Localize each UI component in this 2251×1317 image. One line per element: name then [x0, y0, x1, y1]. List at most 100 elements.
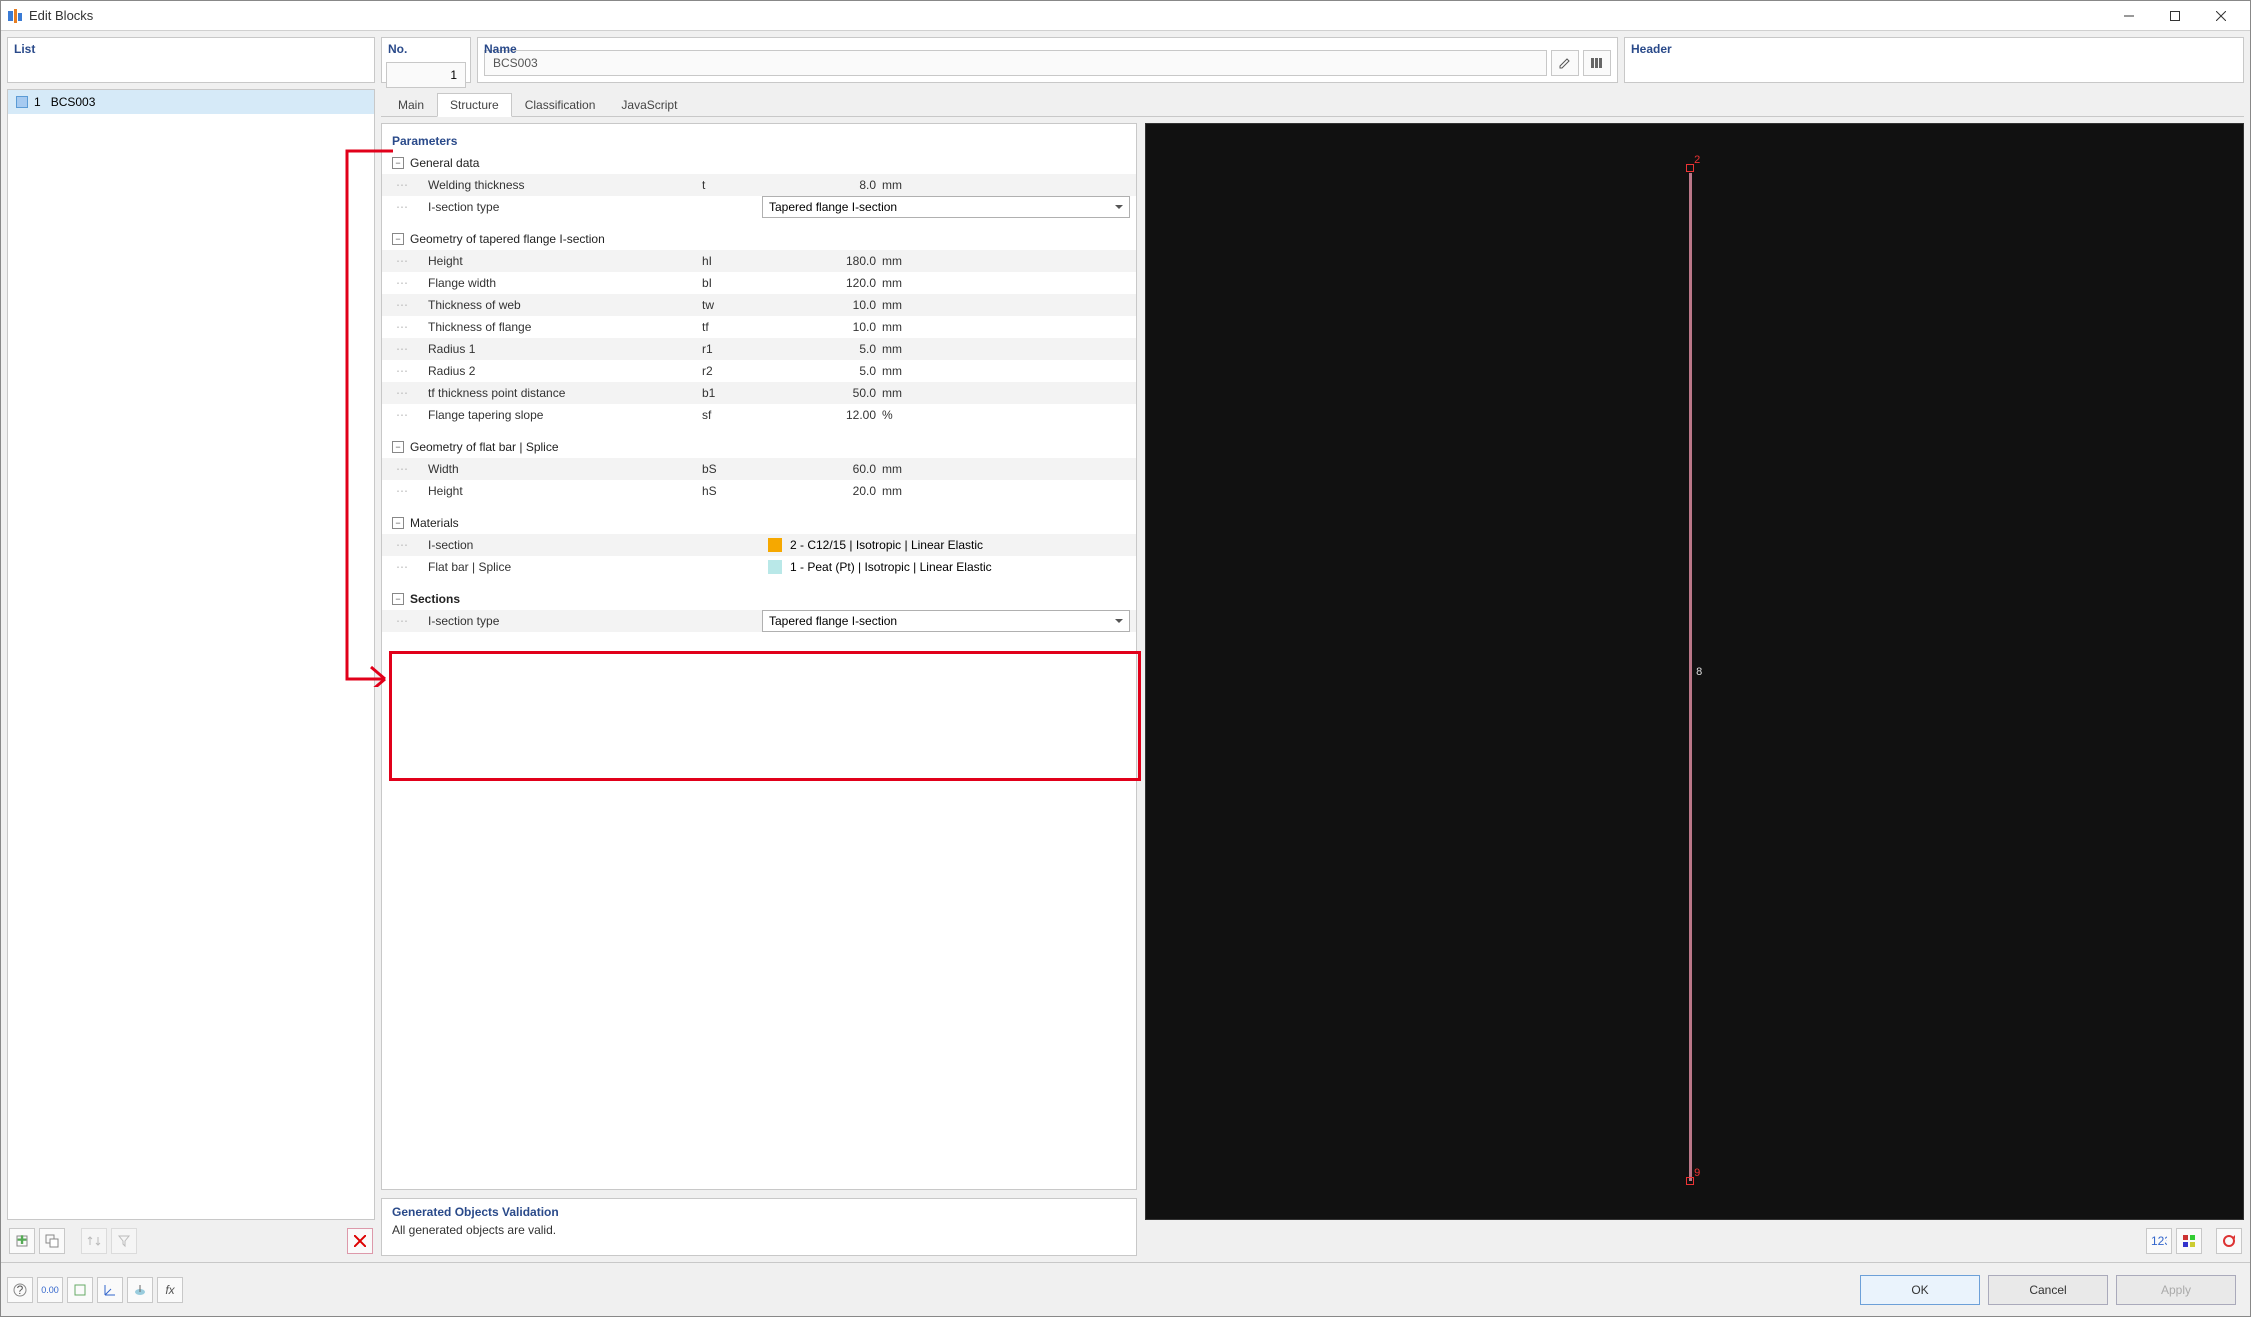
axes-button[interactable]	[97, 1277, 123, 1303]
no-input[interactable]	[386, 62, 466, 88]
list-panel: List	[7, 37, 375, 83]
validation-message: All generated objects are valid.	[392, 1223, 1126, 1237]
group-header[interactable]: −General data	[382, 152, 1136, 174]
tab-main[interactable]: Main	[385, 93, 437, 116]
units-button[interactable]: 0.00	[37, 1277, 63, 1303]
param-value[interactable]: 12.00	[762, 408, 882, 422]
tree-indent: ⋯	[382, 178, 422, 192]
tree-indent: ⋯	[382, 484, 422, 498]
param-unit: %	[882, 408, 942, 422]
param-symbol: r1	[702, 342, 762, 356]
tree-indent: ⋯	[382, 538, 422, 552]
param-label: Flange width	[422, 276, 702, 290]
viewport-toolbar: 123	[1145, 1226, 2244, 1256]
delete-item-button[interactable]	[347, 1228, 373, 1254]
list-title: List	[14, 42, 35, 56]
member-line[interactable]	[1689, 173, 1692, 1180]
grid-button[interactable]	[67, 1277, 93, 1303]
block-color-swatch	[16, 96, 28, 108]
param-row: ⋯Thickness of flangetf10.0mm	[382, 316, 1136, 338]
show-numbers-button[interactable]: 123	[2146, 1228, 2172, 1254]
script-button[interactable]: fx	[157, 1277, 183, 1303]
tab-classification[interactable]: Classification	[512, 93, 609, 116]
material-text: 2 - C12/15 | Isotropic | Linear Elastic	[790, 538, 983, 552]
help-button[interactable]: ?	[7, 1277, 33, 1303]
edit-blocks-window: Edit Blocks List No. Name	[0, 0, 2251, 1317]
param-dropdown[interactable]: Tapered flange I-section	[762, 610, 1130, 632]
render-button[interactable]	[127, 1277, 153, 1303]
no-title: No.	[388, 42, 407, 56]
ok-button[interactable]: OK	[1860, 1275, 1980, 1305]
collapse-icon: −	[392, 517, 404, 529]
reset-view-button[interactable]	[2216, 1228, 2242, 1254]
group-header[interactable]: −Geometry of tapered flange I-section	[382, 228, 1136, 250]
library-button[interactable]	[1583, 50, 1611, 76]
new-item-button[interactable]: ✚	[9, 1228, 35, 1254]
param-unit: mm	[882, 484, 942, 498]
param-symbol: bI	[702, 276, 762, 290]
svg-text:?: ?	[17, 1283, 24, 1297]
copy-item-button[interactable]	[39, 1228, 65, 1254]
edit-name-button[interactable]	[1551, 50, 1579, 76]
param-label: Width	[422, 462, 702, 476]
list-item[interactable]: 1 BCS003	[8, 90, 374, 114]
tree-indent: ⋯	[382, 298, 422, 312]
param-value[interactable]: 8.0	[762, 178, 882, 192]
param-value[interactable]: 120.0	[762, 276, 882, 290]
param-value[interactable]: 20.0	[762, 484, 882, 498]
close-button[interactable]	[2198, 1, 2244, 30]
dropdown-value: Tapered flange I-section	[769, 614, 897, 628]
sort-button[interactable]	[81, 1228, 107, 1254]
param-unit: mm	[882, 276, 942, 290]
name-input[interactable]	[484, 50, 1547, 76]
param-value[interactable]: 10.0	[762, 298, 882, 312]
param-row: ⋯Welding thicknesst8.0mm	[382, 174, 1136, 196]
filter-button[interactable]	[111, 1228, 137, 1254]
param-row: ⋯Thickness of webtw10.0mm	[382, 294, 1136, 316]
param-symbol: hI	[702, 254, 762, 268]
tree-indent: ⋯	[382, 462, 422, 476]
viewport-3d[interactable]: 829	[1145, 123, 2244, 1220]
tab-javascript[interactable]: JavaScript	[608, 93, 690, 116]
collapse-icon: −	[392, 593, 404, 605]
minimize-button[interactable]	[2106, 1, 2152, 30]
group-header[interactable]: −Geometry of flat bar | Splice	[382, 436, 1136, 458]
node-label: 9	[1694, 1167, 1700, 1179]
cancel-button[interactable]: Cancel	[1988, 1275, 2108, 1305]
show-colors-button[interactable]	[2176, 1228, 2202, 1254]
param-unit: mm	[882, 320, 942, 334]
param-label: I-section	[422, 538, 702, 552]
param-unit: mm	[882, 254, 942, 268]
param-dropdown[interactable]: Tapered flange I-section	[762, 196, 1130, 218]
apply-button[interactable]: Apply	[2116, 1275, 2236, 1305]
param-symbol: tf	[702, 320, 762, 334]
param-value[interactable]: 5.0	[762, 342, 882, 356]
material-value[interactable]: 1 - Peat (Pt) | Isotropic | Linear Elast…	[762, 560, 992, 574]
tree-indent: ⋯	[382, 614, 422, 628]
param-label: I-section type	[422, 200, 702, 214]
param-unit: mm	[882, 342, 942, 356]
param-symbol: hS	[702, 484, 762, 498]
group-header[interactable]: −Sections	[382, 588, 1136, 610]
name-panel: Name	[477, 37, 1618, 83]
param-unit: mm	[882, 298, 942, 312]
tree-indent: ⋯	[382, 342, 422, 356]
param-value[interactable]: 10.0	[762, 320, 882, 334]
param-value[interactable]: 180.0	[762, 254, 882, 268]
group-header[interactable]: −Materials	[382, 512, 1136, 534]
node[interactable]	[1686, 164, 1694, 172]
tree-indent: ⋯	[382, 276, 422, 290]
tree-indent: ⋯	[382, 386, 422, 400]
node[interactable]	[1686, 1177, 1694, 1185]
param-value[interactable]: 50.0	[762, 386, 882, 400]
collapse-icon: −	[392, 441, 404, 453]
param-row: ⋯HeighthS20.0mm	[382, 480, 1136, 502]
no-panel: No.	[381, 37, 471, 83]
tab-structure[interactable]: Structure	[437, 93, 512, 117]
tree-indent: ⋯	[382, 408, 422, 422]
material-value[interactable]: 2 - C12/15 | Isotropic | Linear Elastic	[762, 538, 983, 552]
maximize-button[interactable]	[2152, 1, 2198, 30]
param-value[interactable]: 60.0	[762, 462, 882, 476]
param-label: Welding thickness	[422, 178, 702, 192]
param-value[interactable]: 5.0	[762, 364, 882, 378]
